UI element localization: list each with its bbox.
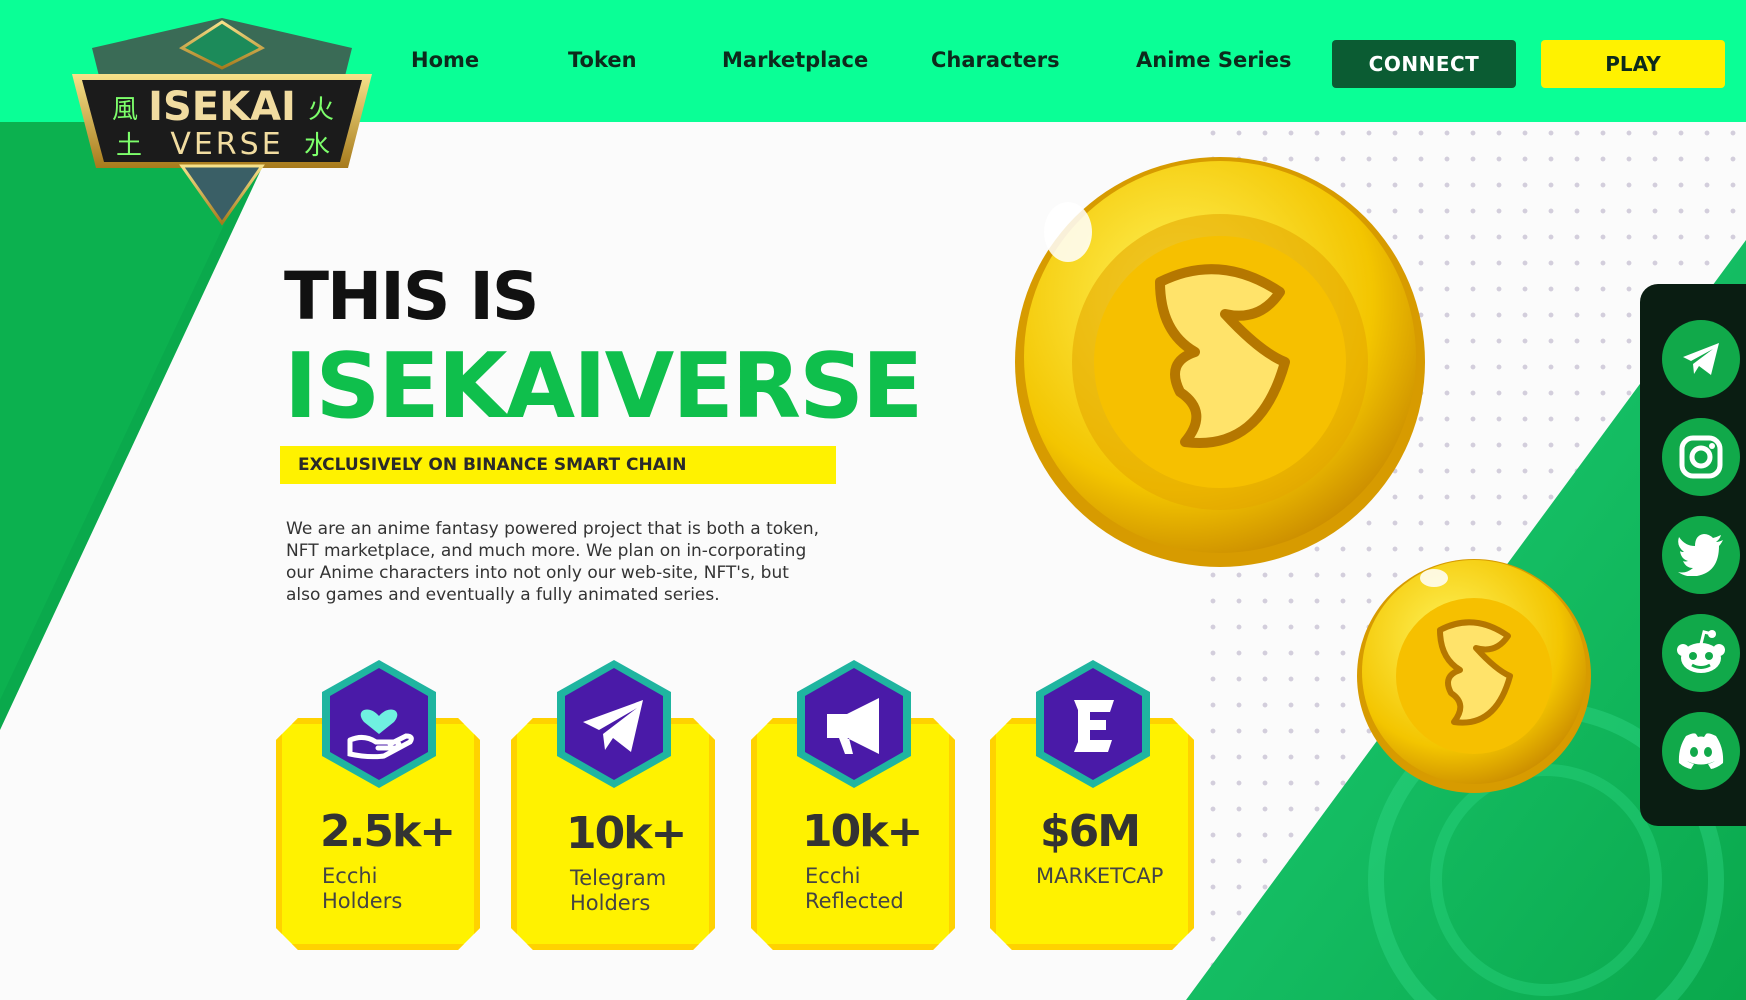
instagram-link[interactable] xyxy=(1662,418,1740,496)
svg-text:火: 火 xyxy=(308,95,334,125)
nav-marketplace[interactable]: Marketplace xyxy=(722,48,868,72)
reddit-icon xyxy=(1677,630,1725,673)
stat-label-ecchi-holders: Ecchi Holders xyxy=(322,864,492,914)
nav-token[interactable]: Token xyxy=(568,48,637,72)
nav-home[interactable]: Home xyxy=(411,48,479,72)
telegram-icon xyxy=(1683,343,1719,375)
discord-link[interactable] xyxy=(1662,712,1740,790)
stat-label-line: Holders xyxy=(322,889,403,913)
telegram-icon xyxy=(557,660,671,788)
svg-text:水: 水 xyxy=(304,131,330,161)
stat-label-marketcap: MARKETCAP xyxy=(1036,864,1206,889)
large-coin-image xyxy=(1015,157,1425,567)
page: Home Token Marketplace Characters Anime … xyxy=(0,0,1746,1000)
nav-characters[interactable]: Characters xyxy=(931,48,1060,72)
stat-value-ecchi-reflected: 10k+ xyxy=(802,806,923,857)
nav-anime-series[interactable]: Anime Series xyxy=(1136,48,1292,72)
reddit-link[interactable] xyxy=(1662,614,1740,692)
stat-label-line: MARKETCAP xyxy=(1036,864,1164,888)
svg-text:風: 風 xyxy=(112,95,138,125)
stat-label-ecchi-reflected: Ecchi Reflected xyxy=(805,864,975,914)
small-coin-image xyxy=(1357,559,1591,793)
stat-label-line: Holders xyxy=(570,891,651,915)
svg-text:ISEKAI: ISEKAI xyxy=(148,84,296,130)
twitter-icon xyxy=(1678,534,1723,576)
telegram-link[interactable] xyxy=(1662,320,1740,398)
hero-title-line1: THIS IS xyxy=(284,258,539,335)
chain-banner-text: EXCLUSIVELY ON BINANCE SMART CHAIN xyxy=(298,455,687,475)
instagram-icon xyxy=(1679,435,1723,479)
heart-hand-icon xyxy=(322,660,436,788)
ecchi-token-icon xyxy=(1036,660,1150,788)
svg-text:VERSE: VERSE xyxy=(170,127,283,162)
stat-value-ecchi-holders: 2.5k+ xyxy=(320,806,456,857)
discord-icon xyxy=(1678,733,1724,769)
social-sidebar xyxy=(1640,284,1746,826)
stat-label-line: Ecchi xyxy=(805,864,861,888)
hero-title-line2: ISEKAIVERSE xyxy=(284,334,923,439)
chain-banner: EXCLUSIVELY ON BINANCE SMART CHAIN xyxy=(280,446,836,484)
stat-label-line: Telegram xyxy=(570,866,667,890)
megaphone-icon xyxy=(797,660,911,788)
stat-value-marketcap: $6M xyxy=(1040,806,1141,857)
play-button[interactable]: PLAY xyxy=(1541,40,1725,88)
stat-label-telegram-holders: Telegram Holders xyxy=(570,866,740,916)
stat-value-telegram-holders: 10k+ xyxy=(566,808,687,859)
stat-label-line: Ecchi xyxy=(322,864,378,888)
twitter-link[interactable] xyxy=(1662,516,1740,594)
isekaiverse-logo[interactable]: ISEKAI VERSE 風 火 土 水 xyxy=(72,18,372,228)
connect-button[interactable]: CONNECT xyxy=(1332,40,1516,88)
stat-label-line: Reflected xyxy=(805,889,904,913)
hero-description: We are an anime fantasy powered project … xyxy=(286,519,820,605)
svg-text:土: 土 xyxy=(116,131,142,161)
